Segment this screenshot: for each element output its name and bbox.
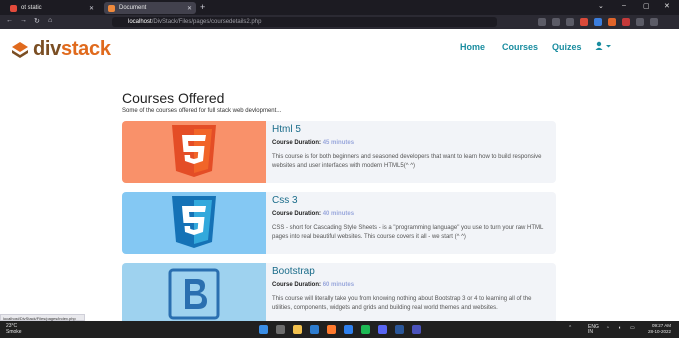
reload-icon[interactable]: ↻ <box>34 17 40 25</box>
close-window-icon[interactable]: ✕ <box>664 2 670 10</box>
close-tab-icon[interactable]: ✕ <box>89 5 94 12</box>
course-description: This course will literally take you from… <box>272 296 532 311</box>
browser-tab-bar: ot static ✕ Document ✕ + ⌄ – ▢ ✕ <box>0 0 679 15</box>
maximize-icon[interactable]: ▢ <box>643 2 650 10</box>
back-icon[interactable]: ← <box>6 17 13 24</box>
extension-icon[interactable] <box>580 18 588 26</box>
pocket-icon[interactable] <box>538 18 546 26</box>
word-icon[interactable] <box>395 325 404 334</box>
nav-quizes-link[interactable]: Quizes <box>552 42 582 52</box>
url-host: localhost <box>128 19 152 25</box>
url-path: /DivStack/Files/pages/coursedetails2.php <box>151 19 262 25</box>
browser-nav-bar: ← → ↻ ⌂ localhost/DivStack/Files/pages/c… <box>0 15 679 29</box>
course-card-html5[interactable]: Html 5 Course Duration: 45 minutes This … <box>122 121 556 183</box>
course-thumbnail <box>122 192 266 254</box>
course-card-bootstrap[interactable]: Bootstrap Course Duration: 60 minutes Th… <box>122 263 556 321</box>
teams-icon[interactable] <box>412 325 421 334</box>
close-tab-icon[interactable]: ✕ <box>187 5 192 12</box>
extension-icon[interactable] <box>608 18 616 26</box>
download-icon[interactable] <box>552 18 560 26</box>
course-description: CSS - short for Cascading Style Sheets -… <box>272 225 544 240</box>
page-viewport: divstack Home Courses Quizes Courses Off… <box>0 29 679 321</box>
weather-widget[interactable]: 23°C Smoke <box>6 323 22 335</box>
course-duration: Course Duration: 60 minutes <box>272 282 355 288</box>
logo-text: divstack <box>33 38 111 60</box>
css3-icon <box>172 196 216 248</box>
link-status-bar: localhost/DivStack/Files/pages/index.php <box>0 314 85 321</box>
tab-label: Document <box>119 5 147 11</box>
clock-date: 28-10-2022 <box>648 329 672 334</box>
tray-chevron-icon[interactable]: ⌃ <box>568 325 572 331</box>
discord-icon[interactable] <box>378 325 387 334</box>
firefox-icon[interactable] <box>327 325 336 334</box>
wifi-icon[interactable]: ◔ <box>606 325 609 331</box>
tab-label: ot static <box>21 5 42 11</box>
course-thumbnail <box>122 263 266 321</box>
browser-tab-2[interactable]: Document ✕ <box>104 2 196 14</box>
course-title[interactable]: Bootstrap <box>272 266 315 277</box>
volume-icon[interactable]: ◖ <box>618 325 621 331</box>
site-logo[interactable]: divstack <box>10 38 111 61</box>
file-explorer-icon[interactable] <box>293 325 302 334</box>
tab-favicon-icon <box>10 4 17 12</box>
start-icon[interactable] <box>259 325 268 334</box>
extension-icon[interactable] <box>594 18 602 26</box>
bootstrap-icon <box>168 268 220 320</box>
course-title[interactable]: Html 5 <box>272 124 301 135</box>
spotify-icon[interactable] <box>361 325 370 334</box>
nav-courses-link[interactable]: Courses <box>502 42 538 52</box>
html5-icon <box>172 125 216 177</box>
vscode-icon[interactable] <box>344 325 353 334</box>
course-description: This course is for both beginners and se… <box>272 154 542 169</box>
weather-desc: Smoke <box>6 329 22 335</box>
home-icon[interactable]: ⌂ <box>48 17 52 24</box>
extensions-icon[interactable] <box>636 18 644 26</box>
tab-list-icon[interactable]: ⌄ <box>598 2 604 10</box>
page-title: Courses Offered <box>122 90 225 106</box>
os-taskbar: 23°C Smoke ⌃ ENG IN ◔ ◖ ▭ 09:27 AM 28-10-… <box>0 321 679 338</box>
account-icon[interactable] <box>566 18 574 26</box>
system-clock[interactable]: 09:27 AM 28-10-2022 <box>648 323 671 335</box>
language-indicator[interactable]: ENG IN <box>588 325 599 335</box>
course-card-css3[interactable]: Css 3 Course Duration: 40 minutes CSS - … <box>122 192 556 254</box>
new-tab-button[interactable]: + <box>200 2 205 12</box>
battery-icon[interactable]: ▭ <box>630 325 635 331</box>
extension-icon[interactable] <box>622 18 630 26</box>
logo-mark-icon <box>12 41 28 58</box>
course-title[interactable]: Css 3 <box>272 195 298 206</box>
course-duration: Course Duration: 45 minutes <box>272 140 355 146</box>
page-subtitle: Some of the courses offered for full sta… <box>122 108 282 114</box>
menu-icon[interactable] <box>650 18 658 26</box>
course-thumbnail <box>122 121 266 183</box>
store-icon[interactable] <box>310 325 319 334</box>
nav-home-link[interactable]: Home <box>460 42 485 52</box>
user-dropdown-icon[interactable] <box>595 41 613 53</box>
forward-icon[interactable]: → <box>20 17 27 24</box>
address-bar[interactable]: localhost/DivStack/Files/pages/coursedet… <box>112 17 497 27</box>
tab-favicon-icon <box>108 4 115 12</box>
search-icon[interactable] <box>276 325 285 334</box>
browser-tab-1[interactable]: ot static ✕ <box>6 2 98 14</box>
course-duration: Course Duration: 40 minutes <box>272 211 355 217</box>
minimize-icon[interactable]: – <box>622 2 626 9</box>
